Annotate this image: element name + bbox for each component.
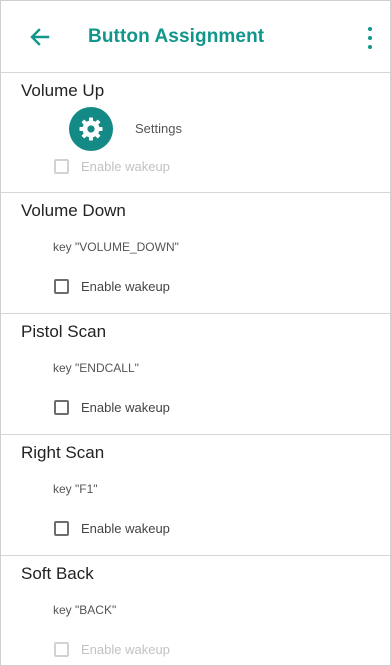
page-title: Button Assignment [88,25,265,47]
enable-wakeup-checkbox[interactable] [54,642,69,657]
more-vert-icon [368,27,372,31]
arrow-left-icon [30,27,50,46]
back-button[interactable] [25,22,55,52]
app-bar: Button Assignment [1,1,390,73]
enable-wakeup-label: Enable wakeup [81,521,170,536]
enable-wakeup-checkbox-row[interactable]: Enable wakeup [54,400,170,415]
app-label: Settings [135,121,182,136]
enable-wakeup-label: Enable wakeup [81,279,170,294]
more-vert-icon-dot [368,45,372,49]
section-soft-back[interactable]: Soft Back key "BACK" Enable wakeup [1,556,390,665]
section-pistol-scan[interactable]: Pistol Scan key "ENDCALL" Enable wakeup [1,314,390,435]
enable-wakeup-checkbox[interactable] [54,521,69,536]
key-mapping: key "ENDCALL" [53,361,139,375]
key-mapping: key "BACK" [53,603,117,617]
key-mapping: key "VOLUME_DOWN" [53,240,179,254]
settings-app-icon [69,107,113,151]
section-right-scan[interactable]: Right Scan key "F1" Enable wakeup [1,435,390,556]
enable-wakeup-checkbox-row[interactable]: Enable wakeup [54,521,170,536]
enable-wakeup-label: Enable wakeup [81,642,170,657]
enable-wakeup-checkbox[interactable] [54,159,69,174]
enable-wakeup-checkbox-row[interactable]: Enable wakeup [54,279,170,294]
enable-wakeup-checkbox[interactable] [54,279,69,294]
section-title: Pistol Scan [21,322,107,341]
more-options-button[interactable] [360,27,380,49]
enable-wakeup-label: Enable wakeup [81,159,170,174]
enable-wakeup-checkbox-row[interactable]: Enable wakeup [54,642,170,657]
more-vert-icon-dot [368,36,372,40]
section-title: Volume Down [21,201,126,220]
gear-icon [79,117,103,141]
enable-wakeup-checkbox-row[interactable]: Enable wakeup [54,159,170,174]
enable-wakeup-label: Enable wakeup [81,400,170,415]
section-title: Right Scan [21,443,105,462]
section-title: Volume Up [21,81,105,100]
enable-wakeup-checkbox[interactable] [54,400,69,415]
button-assignment-screen: Button Assignment Volume Up Settings Ena… [0,0,391,666]
section-volume-up[interactable]: Volume Up Settings Enable wakeup [1,73,390,193]
key-mapping: key "F1" [53,482,98,496]
section-title: Soft Back [21,564,94,583]
section-volume-down[interactable]: Volume Down key "VOLUME_DOWN" Enable wak… [1,193,390,314]
